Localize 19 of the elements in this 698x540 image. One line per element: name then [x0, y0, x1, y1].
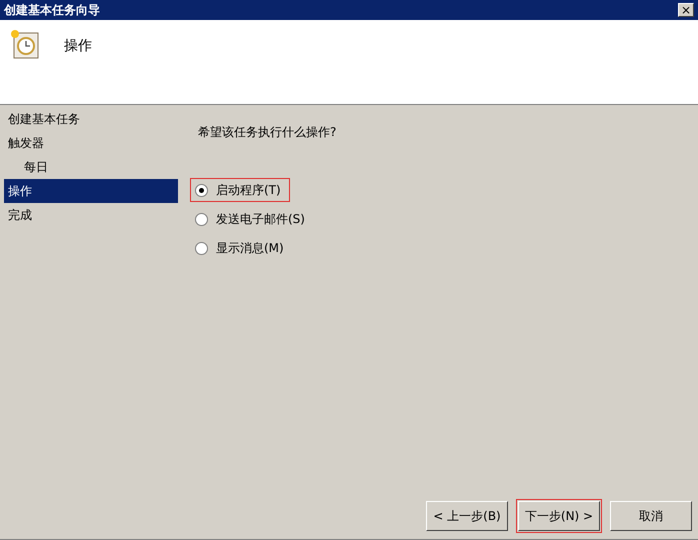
radio-button[interactable]	[195, 184, 208, 196]
radio-button[interactable]	[195, 212, 208, 226]
wizard-button[interactable]: < 上一步(B)	[426, 501, 508, 531]
wizard-button[interactable]: 下一步(N) >	[518, 501, 600, 531]
close-button[interactable]: ×	[678, 3, 694, 17]
question-text: 希望该任务执行什么操作?	[198, 124, 338, 141]
sidebar-item[interactable]: 创建基本任务	[4, 107, 178, 131]
sidebar-item[interactable]: 完成	[4, 203, 178, 227]
sidebar-item[interactable]: 触发器	[4, 131, 178, 155]
header-title: 操作	[64, 37, 92, 56]
radio-label[interactable]: 启动程序(T)	[216, 181, 281, 199]
radio-button[interactable]	[195, 242, 208, 254]
radio-label[interactable]: 显示消息(M)	[216, 239, 284, 257]
sidebar-item[interactable]: 操作	[4, 179, 178, 203]
radio-label[interactable]: 发送电子邮件(S)	[216, 210, 305, 228]
sidebar-item[interactable]: 每日	[4, 155, 178, 179]
clock-icon	[8, 28, 40, 60]
window-title: 创建基本任务向导	[4, 2, 100, 19]
wizard-button[interactable]: 取消	[610, 501, 692, 531]
